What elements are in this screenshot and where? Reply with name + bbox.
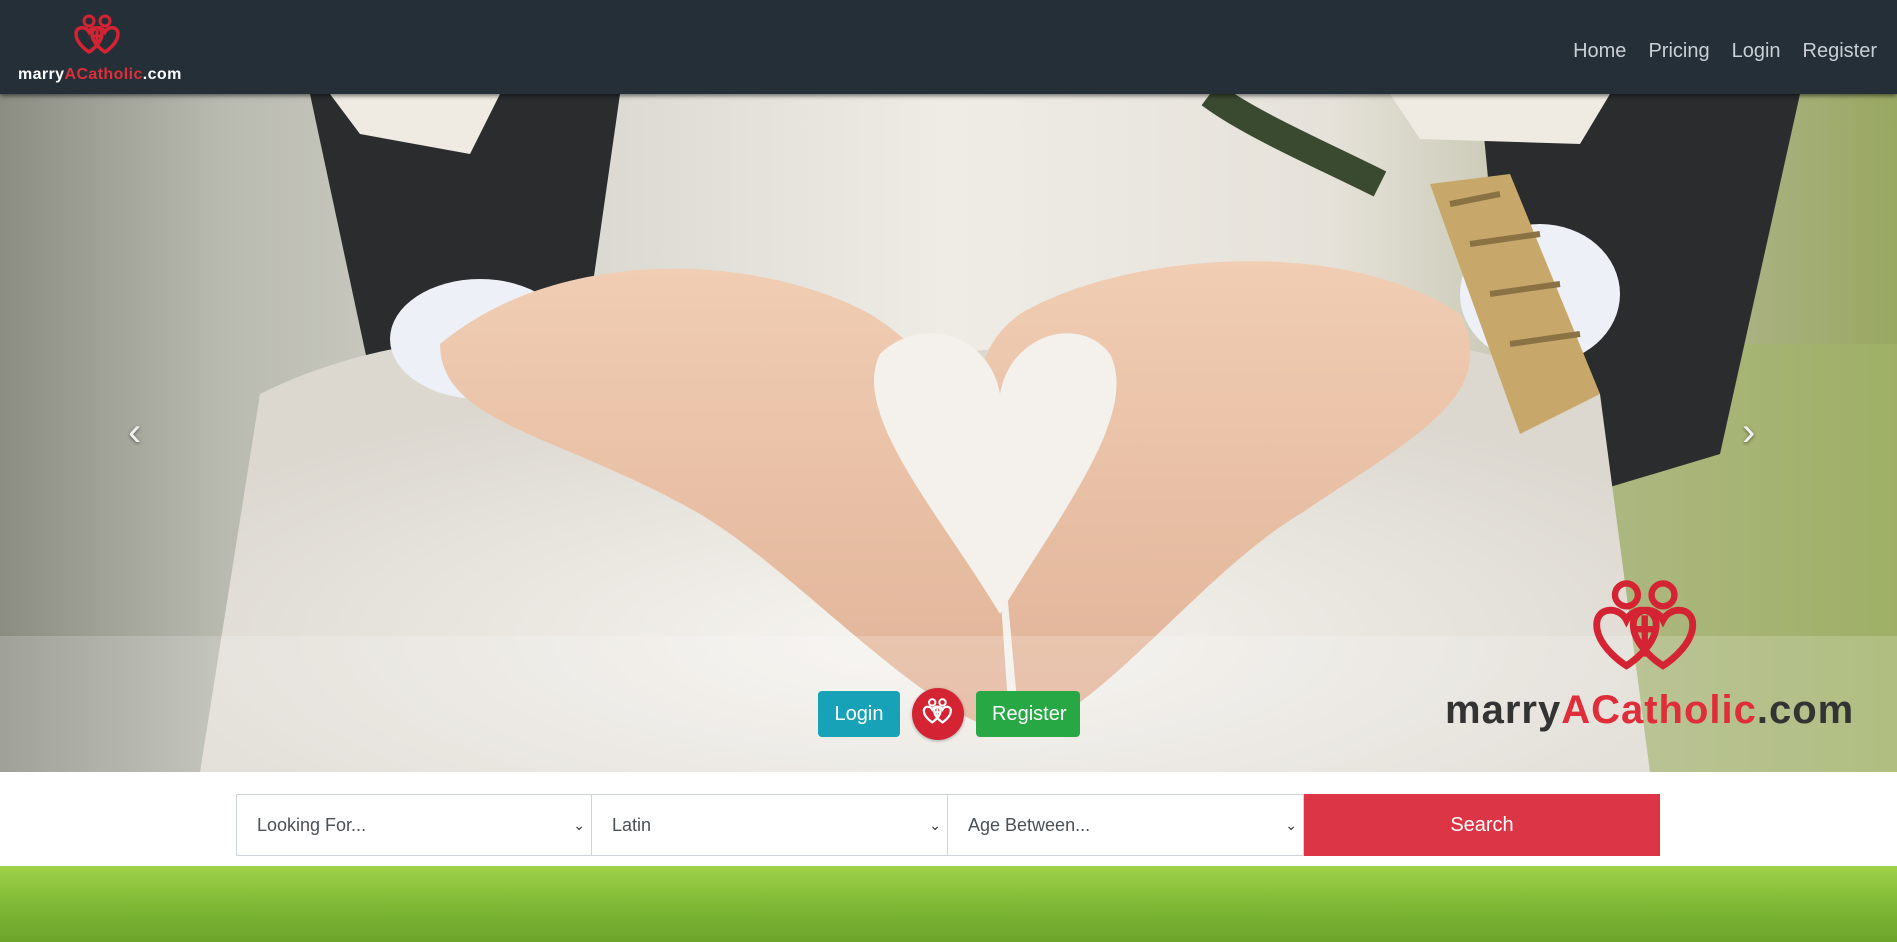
chevron-down-icon: ⌄ xyxy=(929,816,941,833)
hearts-cross-logo-icon xyxy=(1593,580,1697,670)
ethnicity-select[interactable]: Latin ⌄ xyxy=(592,794,948,856)
round-logo-badge xyxy=(912,688,964,740)
hearts-cross-logo-icon xyxy=(922,698,952,724)
hero-login-button[interactable]: Login xyxy=(818,691,900,737)
nav-home[interactable]: Home xyxy=(1573,40,1626,63)
chevron-down-icon: ⌄ xyxy=(573,816,585,833)
looking-for-value: Looking For... xyxy=(257,814,367,835)
nav-login[interactable]: Login xyxy=(1732,40,1781,63)
hero-actions: Login Register xyxy=(818,688,1080,740)
nav-register[interactable]: Register xyxy=(1803,40,1877,63)
hearts-cross-logo-icon xyxy=(74,14,120,55)
search-bar: Looking For... ⌄ Latin ⌄ Age Between... … xyxy=(0,772,1897,866)
search-form: Looking For... ⌄ Latin ⌄ Age Between... … xyxy=(236,794,1660,856)
hero-brand-watermark: marryACatholic.com xyxy=(1445,574,1865,734)
age-select[interactable]: Age Between... ⌄ xyxy=(948,794,1304,856)
hero-register-button[interactable]: Register xyxy=(976,691,1080,737)
main-nav: Home Pricing Login Register xyxy=(1573,40,1877,63)
chevron-right-icon: › xyxy=(1742,410,1756,454)
navbar: marryACatholic.com Home Pricing Login Re… xyxy=(0,0,1897,94)
brand-wordmark: marryACatholic.com xyxy=(18,66,182,83)
brand-logo[interactable]: marryACatholic.com xyxy=(18,14,188,86)
grass-background-strip xyxy=(0,866,1897,942)
nav-pricing[interactable]: Pricing xyxy=(1648,40,1709,63)
age-value: Age Between... xyxy=(968,814,1091,835)
hero-carousel: ‹ › Login Register marryACatholic.com xyxy=(0,94,1897,772)
chevron-left-icon: ‹ xyxy=(128,410,142,454)
carousel-next-button[interactable]: › xyxy=(1742,412,1755,452)
ethnicity-value: Latin xyxy=(612,814,652,835)
looking-for-select[interactable]: Looking For... ⌄ xyxy=(236,794,592,856)
hero-brand-wordmark: marryACatholic.com xyxy=(1445,688,1855,732)
chevron-down-icon: ⌄ xyxy=(1285,816,1297,833)
search-button[interactable]: Search xyxy=(1304,794,1660,856)
carousel-prev-button[interactable]: ‹ xyxy=(128,412,141,452)
